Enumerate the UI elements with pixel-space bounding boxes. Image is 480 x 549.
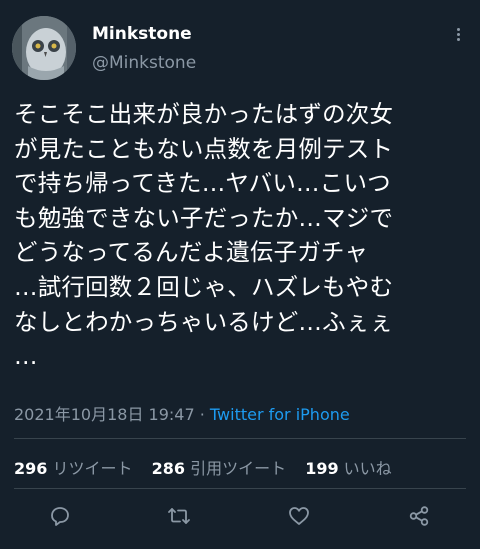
more-dot — [456, 38, 460, 41]
likes-count: 199 — [305, 459, 339, 478]
like-icon[interactable] — [287, 504, 311, 528]
retweets-label: リツイート — [47, 459, 133, 478]
more-icon[interactable] — [452, 26, 464, 46]
tweet-meta: 2021年10月18日 19:47 · Twitter for iPhone — [14, 401, 350, 425]
tweet-source[interactable]: Twitter for iPhone — [210, 405, 350, 424]
tweet-text: そこそこ出来が良かったはずの次女 が見たこともない点数を月例テスト で持ち帰って… — [14, 100, 394, 371]
tweet-timestamp[interactable]: 2021年10月18日 19:47 — [14, 405, 195, 424]
quotes-label: 引用ツイート — [185, 459, 287, 478]
more-dot — [456, 28, 460, 31]
tweet-header: Minkstone @Minkstone — [12, 16, 468, 80]
tweet-stats: 296 リツイート 286 引用ツイート 199 いいね — [14, 455, 406, 479]
reply-icon[interactable] — [48, 504, 72, 528]
retweets-count: 296 — [14, 459, 48, 478]
likes-label: いいね — [338, 459, 392, 478]
avatar[interactable] — [12, 16, 76, 80]
retweet-icon[interactable] — [167, 504, 191, 528]
display-name[interactable]: Minkstone — [92, 24, 192, 44]
divider — [14, 488, 466, 489]
action-bar — [0, 504, 480, 534]
user-handle[interactable]: @Minkstone — [92, 53, 196, 73]
owl-avatar-icon — [12, 16, 76, 80]
meta-separator: · — [194, 405, 210, 424]
quotes-stat[interactable]: 286 引用ツイート — [152, 459, 287, 478]
retweets-stat[interactable]: 296 リツイート — [14, 459, 133, 478]
divider — [14, 438, 466, 439]
share-icon[interactable] — [407, 504, 431, 528]
tweet-card: Minkstone @Minkstone そこそこ出来が良かったはずの次女 が見… — [0, 0, 480, 549]
likes-stat[interactable]: 199 いいね — [305, 459, 392, 478]
more-dot — [456, 33, 460, 36]
quotes-count: 286 — [151, 459, 185, 478]
